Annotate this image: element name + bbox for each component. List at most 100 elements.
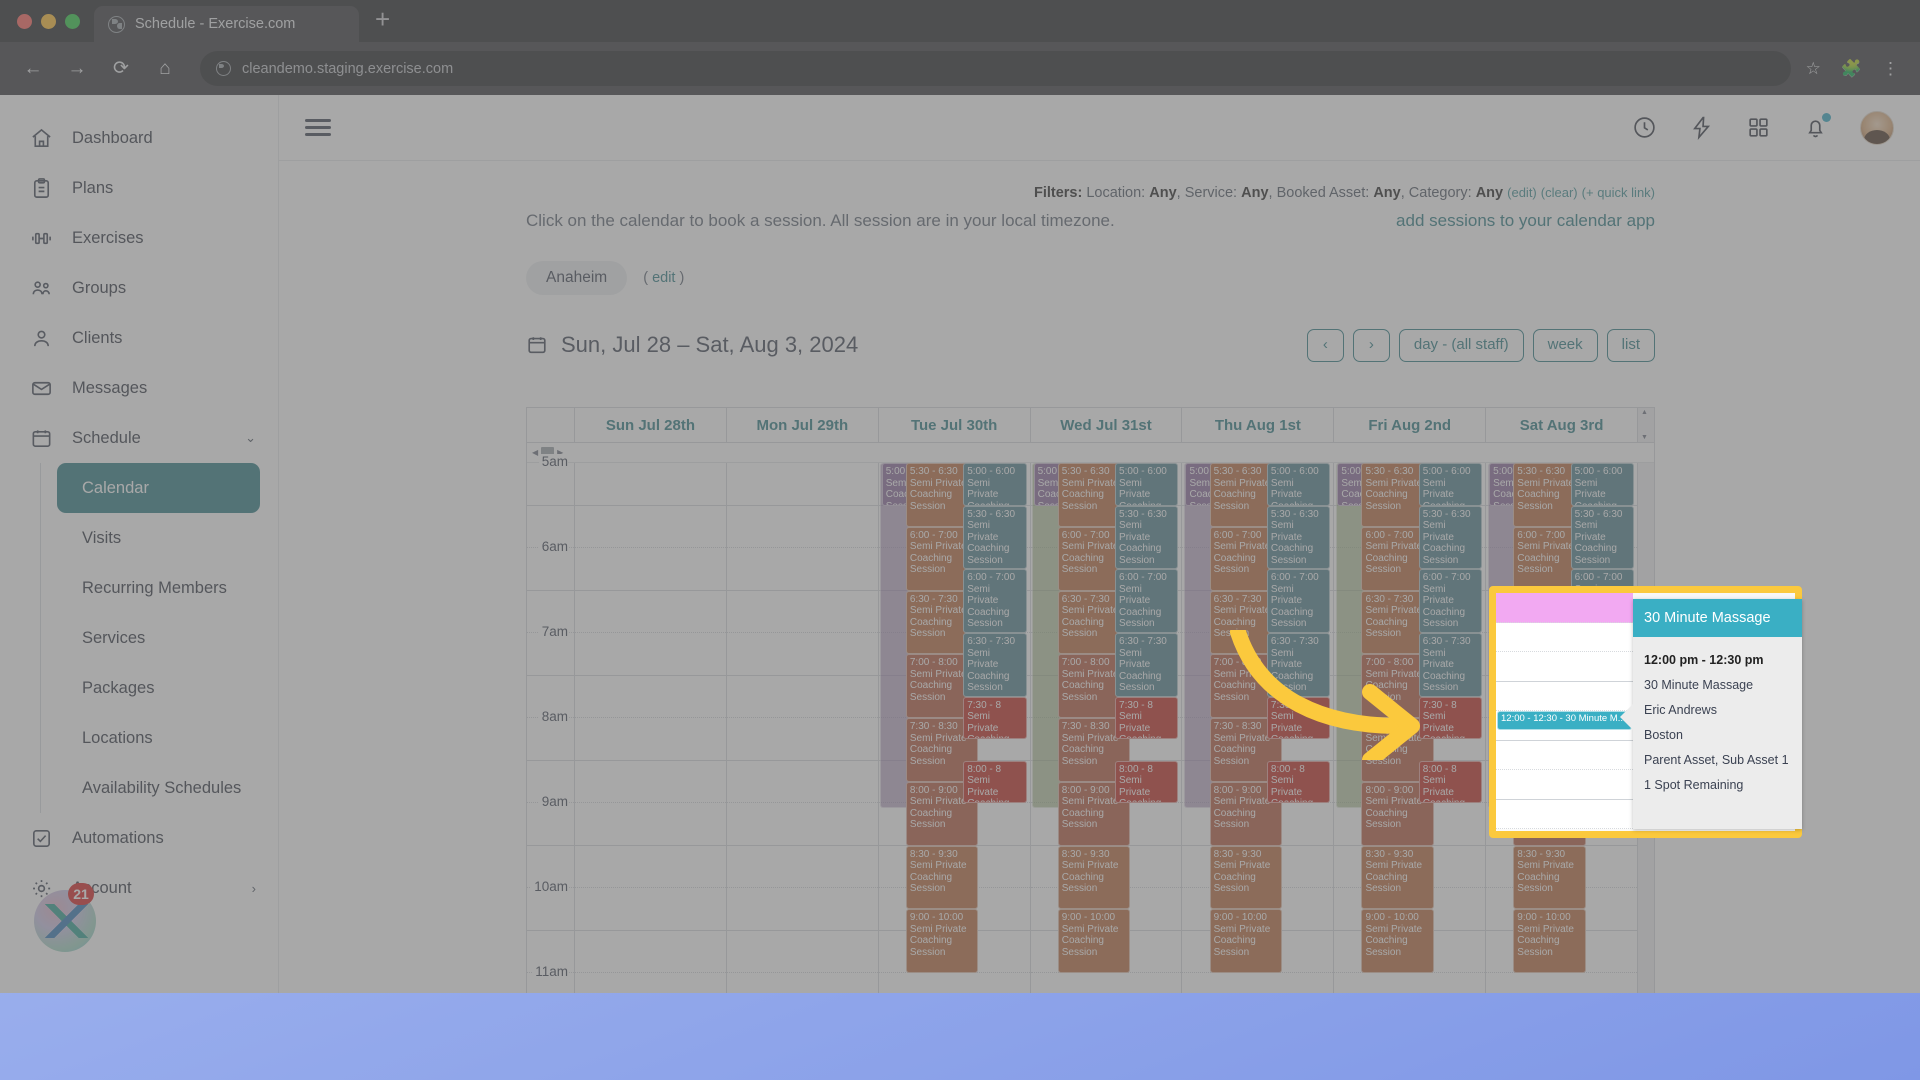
bell-icon[interactable] bbox=[1803, 113, 1831, 140]
calendar-event-semi-private-coaching[interactable]: 5:30 - 6:30 Semi Private Coaching Session bbox=[1266, 505, 1331, 570]
grid-slot[interactable] bbox=[726, 548, 878, 591]
day-header[interactable]: Sun Jul 28th bbox=[574, 408, 726, 442]
calendar-event-semi-private-coaching[interactable]: 5:30 - 6:30 Semi Private Coaching Session bbox=[1570, 505, 1634, 570]
grid-slot[interactable] bbox=[726, 761, 878, 803]
calendar-event-semi-private-coaching[interactable]: 9:00 - 10:00 Semi Private Coaching Sessio… bbox=[905, 909, 979, 973]
calendar-event-semi-private-coaching[interactable]: 6:00 - 7:00Semi Private Coaching Session bbox=[963, 569, 1027, 633]
sidebar-item-plans[interactable]: Plans bbox=[0, 163, 278, 213]
calendar-event-semi-private-coaching[interactable]: 7:30 - 8Semi Private Coaching Session bbox=[963, 696, 1027, 740]
grid-slot[interactable] bbox=[1031, 973, 1182, 993]
grid-slot[interactable] bbox=[726, 463, 878, 506]
scroll-left-arrow-icon[interactable]: ◀ bbox=[532, 448, 538, 457]
browser-menu-icon[interactable]: ⋮ bbox=[1877, 59, 1904, 79]
calendar-event-semi-private-coaching[interactable]: 8:30 - 9:30 Semi Private Coaching Session bbox=[1209, 845, 1282, 910]
day-column-wed[interactable]: 5:00 - 6:00Semi Private Coaching Session… bbox=[1029, 463, 1182, 993]
calendar-event-semi-private-coaching[interactable]: 9:00 - 10:00 Semi Private Coaching Sessio… bbox=[1361, 909, 1434, 973]
pendo-badge-count[interactable]: 21 bbox=[68, 883, 94, 905]
sidebar-item-availability-schedules[interactable]: Availability Schedules bbox=[57, 763, 260, 813]
calendar-event-semi-private-coaching[interactable]: 5:00 - 6:00Semi Private Coaching Session bbox=[1266, 463, 1331, 506]
view-week-button[interactable]: week bbox=[1532, 329, 1598, 362]
hamburger-icon[interactable] bbox=[305, 115, 331, 140]
grid-slot[interactable] bbox=[575, 676, 726, 718]
grid-slot[interactable] bbox=[575, 718, 726, 761]
grid-slot[interactable] bbox=[575, 591, 726, 633]
grid-slot[interactable] bbox=[575, 463, 726, 506]
calendar-event-semi-private-coaching[interactable]: 9:00 - 10:00 Semi Private Coaching Sessio… bbox=[1057, 909, 1131, 973]
grid-slot[interactable] bbox=[575, 973, 726, 993]
calendar-event-semi-private-coaching[interactable]: 8:30 - 9:30 Semi Private Coaching Session bbox=[1361, 845, 1434, 910]
browser-tab-active[interactable]: Schedule - Exercise.com bbox=[94, 6, 359, 42]
filters-edit-link[interactable]: (edit) bbox=[1507, 185, 1537, 200]
calendar-event-semi-private-coaching[interactable]: 5:00 - 6:00Semi Private Coaching Session bbox=[963, 463, 1027, 506]
new-tab-button[interactable]: + bbox=[375, 6, 390, 32]
grid-slot[interactable] bbox=[575, 506, 726, 548]
sidebar-item-automations[interactable]: Automations bbox=[0, 813, 278, 863]
day-column-mon[interactable]: 6:00 - 7:00Adult Group Fitness Class bbox=[725, 463, 878, 993]
sidebar-item-locations[interactable]: Locations bbox=[57, 713, 260, 763]
calendar-event-semi-private-coaching[interactable]: 8:00 - 8Semi Private Coaching Session bbox=[1115, 760, 1179, 803]
calendar-body[interactable]: 5am6am7am8am9am10am11am12pm1pm2pm3pm4pm5… bbox=[527, 454, 1654, 993]
calendar-event-semi-private-coaching[interactable]: 8:30 - 9:30 Semi Private Coaching Session bbox=[1057, 845, 1131, 910]
location-chip[interactable]: Anaheim bbox=[526, 261, 628, 295]
mini-calendar-column[interactable]: 12:00 - 12:30 - 30 Minute M... bbox=[1496, 593, 1633, 831]
mini-row[interactable] bbox=[1496, 622, 1633, 652]
clock-icon[interactable] bbox=[1632, 115, 1657, 140]
sidebar-item-exercises[interactable]: Exercises bbox=[0, 213, 278, 263]
sidebar-item-schedule[interactable]: Schedule ⌄ bbox=[0, 413, 278, 463]
day-header[interactable]: Thu Aug 1st bbox=[1181, 408, 1333, 442]
grid-slot[interactable] bbox=[575, 846, 726, 888]
grid-slot[interactable] bbox=[726, 591, 878, 633]
calendar-event-semi-private-coaching[interactable]: 5:00 - 6:00Semi Private Coaching Session bbox=[1418, 463, 1483, 506]
grid-slot[interactable] bbox=[575, 548, 726, 591]
filters-clear-link[interactable]: (clear) bbox=[1541, 185, 1578, 200]
avatar[interactable] bbox=[1860, 110, 1894, 145]
view-day-all-staff-button[interactable]: day - (all staff) bbox=[1398, 329, 1524, 362]
sidebar-item-groups[interactable]: Groups bbox=[0, 263, 278, 313]
close-window-button[interactable] bbox=[17, 14, 32, 29]
grid-slot[interactable] bbox=[726, 506, 878, 548]
grid-slot[interactable] bbox=[726, 718, 878, 761]
calendar-event-semi-private-coaching[interactable]: 5:00 - 6:00Semi Private Coaching Session bbox=[1115, 463, 1179, 506]
calendar-event-semi-private-coaching[interactable]: 8:00 - 8Semi Private Coaching Session bbox=[1418, 760, 1483, 803]
mini-row[interactable] bbox=[1496, 770, 1633, 800]
bookmark-star-icon[interactable]: ☆ bbox=[1801, 59, 1826, 79]
calendar-event-semi-private-coaching[interactable]: 8:00 - 8Semi Private Coaching Session bbox=[1266, 760, 1331, 803]
day-header[interactable]: Mon Jul 29th bbox=[725, 408, 878, 442]
calendar-event-semi-private-coaching[interactable]: 9:00 - 10:00 Semi Private Coaching Sessio… bbox=[1209, 909, 1282, 973]
calendar-event-semi-private-coaching[interactable]: 6:30 - 7:30Semi Private Coaching Session bbox=[963, 633, 1027, 697]
calendar-event-semi-private-coaching[interactable]: 5:30 - 6:30 Semi Private Coaching Session bbox=[1418, 505, 1483, 570]
window-traffic-lights[interactable] bbox=[0, 14, 94, 42]
grid-slot[interactable] bbox=[1486, 973, 1637, 993]
next-week-button[interactable]: › bbox=[1352, 329, 1390, 362]
calendar-event-semi-private-coaching[interactable]: 6:00 - 7:00Semi Private Coaching Session bbox=[1418, 569, 1483, 633]
calendar-event-semi-private-coaching[interactable]: 5:30 - 6:30 Semi Private Coaching Session bbox=[963, 505, 1027, 570]
grid-slot[interactable] bbox=[726, 803, 878, 846]
location-edit-link[interactable]: edit bbox=[652, 270, 675, 286]
day-header[interactable]: Tue Jul 30th bbox=[877, 408, 1030, 442]
grid-slot[interactable] bbox=[727, 973, 878, 993]
sidebar-item-dashboard[interactable]: Dashboard bbox=[0, 113, 278, 163]
calendar-event-semi-private-coaching[interactable]: 6:30 - 7:30Semi Private Coaching Session bbox=[1115, 633, 1179, 697]
home-button[interactable]: ⌂ bbox=[148, 52, 182, 86]
minimize-window-button[interactable] bbox=[41, 14, 56, 29]
mini-row[interactable] bbox=[1496, 740, 1633, 770]
grid-slot[interactable] bbox=[575, 761, 726, 803]
horizontal-scrollbar-row[interactable]: ◀ ▶ bbox=[527, 443, 1654, 463]
forward-button[interactable]: → bbox=[60, 52, 94, 86]
maximize-window-button[interactable] bbox=[65, 14, 80, 29]
grid-slot[interactable] bbox=[879, 973, 1030, 993]
back-button[interactable]: ← bbox=[16, 52, 50, 86]
mini-row[interactable] bbox=[1496, 681, 1633, 711]
grid-slot[interactable] bbox=[1182, 973, 1333, 993]
mini-row[interactable] bbox=[1496, 799, 1633, 829]
add-to-calendar-app-link[interactable]: add sessions to your calendar app bbox=[1396, 211, 1655, 231]
day-header[interactable]: Sat Aug 3rd bbox=[1485, 408, 1637, 442]
sidebar-item-calendar[interactable]: Calendar bbox=[57, 463, 260, 513]
sidebar-item-clients[interactable]: Clients bbox=[0, 313, 278, 363]
apps-grid-icon[interactable] bbox=[1746, 115, 1771, 140]
grid-slot[interactable] bbox=[575, 803, 726, 846]
calendar-event-semi-private-coaching[interactable]: 6:00 - 7:00Semi Private Coaching Session bbox=[1115, 569, 1179, 633]
grid-slot[interactable] bbox=[726, 846, 878, 888]
grid-slot[interactable] bbox=[726, 633, 878, 676]
calendar-grid[interactable]: Sun Jul 28th Mon Jul 29th Tue Jul 30th W… bbox=[526, 407, 1655, 993]
